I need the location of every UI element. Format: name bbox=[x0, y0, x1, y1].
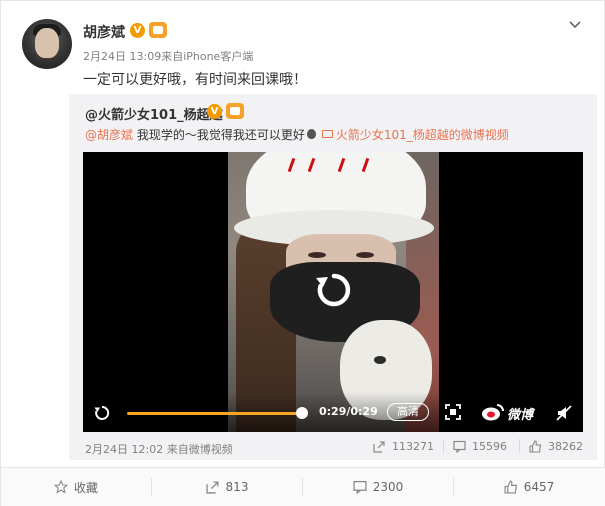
weibo-logo-icon bbox=[481, 402, 505, 422]
star-icon bbox=[53, 480, 68, 494]
video-player[interactable]: 0:29/0:29 高清 微博 bbox=[83, 152, 583, 432]
video-controls: 0:29/0:29 高清 微博 bbox=[83, 392, 583, 432]
member-crown-icon bbox=[149, 22, 167, 38]
repost-repost-count[interactable]: 113271 bbox=[373, 440, 434, 453]
video-link[interactable]: 火箭少女101_杨超越的微博视频 bbox=[336, 128, 509, 142]
weibo-brand-text: 微博 bbox=[507, 408, 534, 423]
mention-link[interactable]: @胡彦斌 bbox=[85, 128, 133, 142]
emoji-icon bbox=[306, 129, 316, 139]
share-icon bbox=[373, 441, 385, 453]
fullscreen-icon[interactable] bbox=[445, 404, 461, 420]
repost-author[interactable]: @火箭少女101_杨超越 bbox=[85, 104, 223, 123]
author-name[interactable]: 胡彦斌 bbox=[83, 22, 125, 42]
share-icon bbox=[205, 481, 219, 494]
comment-icon bbox=[453, 440, 466, 453]
quality-button[interactable]: 高清 bbox=[387, 403, 429, 421]
repost-comment-count[interactable]: 15596 bbox=[453, 440, 507, 453]
repost-body: 我现学的～我觉得我还可以更好 bbox=[133, 128, 305, 142]
avatar[interactable] bbox=[22, 19, 72, 69]
time-display: 0:29/0:29 bbox=[319, 405, 378, 418]
volume-muted-icon[interactable] bbox=[555, 404, 573, 422]
progress-handle[interactable] bbox=[296, 407, 308, 419]
comment-button[interactable]: 2300 bbox=[303, 468, 453, 506]
post-text: 一定可以更好哦，有时间来回课哦！ bbox=[83, 72, 307, 88]
thumbs-up-icon bbox=[504, 480, 517, 494]
action-bar: 收藏 813 2300 6457 bbox=[1, 467, 605, 506]
favorite-button[interactable]: 收藏 bbox=[1, 468, 151, 506]
replay-icon[interactable] bbox=[312, 268, 356, 312]
member-crown-icon bbox=[226, 103, 244, 119]
replay-icon[interactable] bbox=[93, 404, 111, 422]
post-meta: 2月24日 13:09来自iPhone客户端 bbox=[83, 50, 254, 63]
verified-badge-icon: V bbox=[130, 23, 145, 38]
video-link-icon bbox=[321, 130, 333, 138]
repost-button[interactable]: 813 bbox=[152, 468, 302, 506]
chevron-down-icon[interactable] bbox=[568, 18, 582, 32]
reposted-content: @火箭少女101_杨超越 V @胡彦斌 我现学的～我觉得我还可以更好 火箭少女10… bbox=[69, 94, 597, 460]
verified-badge-icon: V bbox=[207, 104, 222, 119]
repost-meta: 2月24日 12:02 来自微博视频 bbox=[85, 443, 233, 456]
repost-text: @胡彦斌 我现学的～我觉得我还可以更好 火箭少女101_杨超越的微博视频 bbox=[85, 126, 509, 143]
like-button[interactable]: 6457 bbox=[454, 468, 604, 506]
thumbs-up-icon bbox=[529, 440, 542, 453]
weibo-post-card: 胡彦斌 V 2月24日 13:09来自iPhone客户端 一定可以更好哦，有时间… bbox=[0, 0, 605, 506]
comment-icon bbox=[353, 480, 367, 494]
progress-bar[interactable] bbox=[127, 412, 305, 415]
repost-like-count[interactable]: 38262 bbox=[529, 440, 583, 453]
